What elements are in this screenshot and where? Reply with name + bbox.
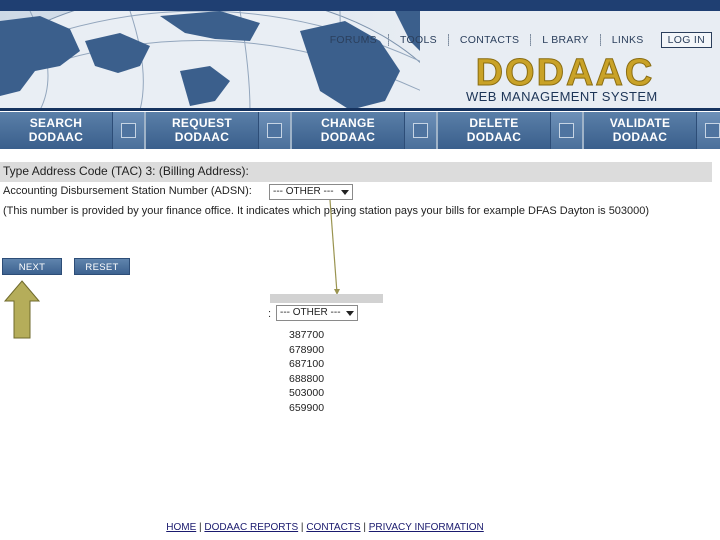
adsn-option[interactable]: 659900 bbox=[289, 401, 324, 416]
adsn-option[interactable]: 678900 bbox=[289, 343, 324, 358]
adsn-options-list: 387700 678900 687100 688800 503000 65990… bbox=[289, 328, 324, 415]
adsn-option[interactable]: 503000 bbox=[289, 386, 324, 401]
adsn-option[interactable]: 687100 bbox=[289, 357, 324, 372]
footer-separator: | bbox=[363, 522, 366, 533]
footer-separator: | bbox=[300, 522, 304, 533]
footer-separator: | bbox=[199, 522, 202, 533]
callout-colon: : bbox=[268, 308, 272, 320]
footer-dodaac-reports-link[interactable]: DODAAC REPORTS bbox=[204, 522, 298, 533]
connector-line bbox=[329, 199, 338, 294]
chevron-down-icon bbox=[346, 311, 354, 316]
callout-header-bar bbox=[270, 294, 383, 303]
footer-links: HOME | DODAAC REPORTS | CONTACTS | PRIVA… bbox=[0, 522, 650, 533]
adsn-option[interactable]: 688800 bbox=[289, 372, 324, 387]
footer-contacts-link[interactable]: CONTACTS bbox=[306, 522, 360, 533]
footer-privacy-link[interactable]: PRIVACY INFORMATION bbox=[369, 522, 484, 533]
callout-select[interactable]: --- OTHER --- bbox=[276, 305, 358, 321]
up-arrow-icon bbox=[3, 280, 41, 339]
footer-home-link[interactable]: HOME bbox=[166, 522, 196, 533]
callout-select-value: --- OTHER --- bbox=[280, 307, 341, 318]
adsn-option[interactable]: 387700 bbox=[289, 328, 324, 343]
annotation-overlay bbox=[3, 199, 340, 339]
